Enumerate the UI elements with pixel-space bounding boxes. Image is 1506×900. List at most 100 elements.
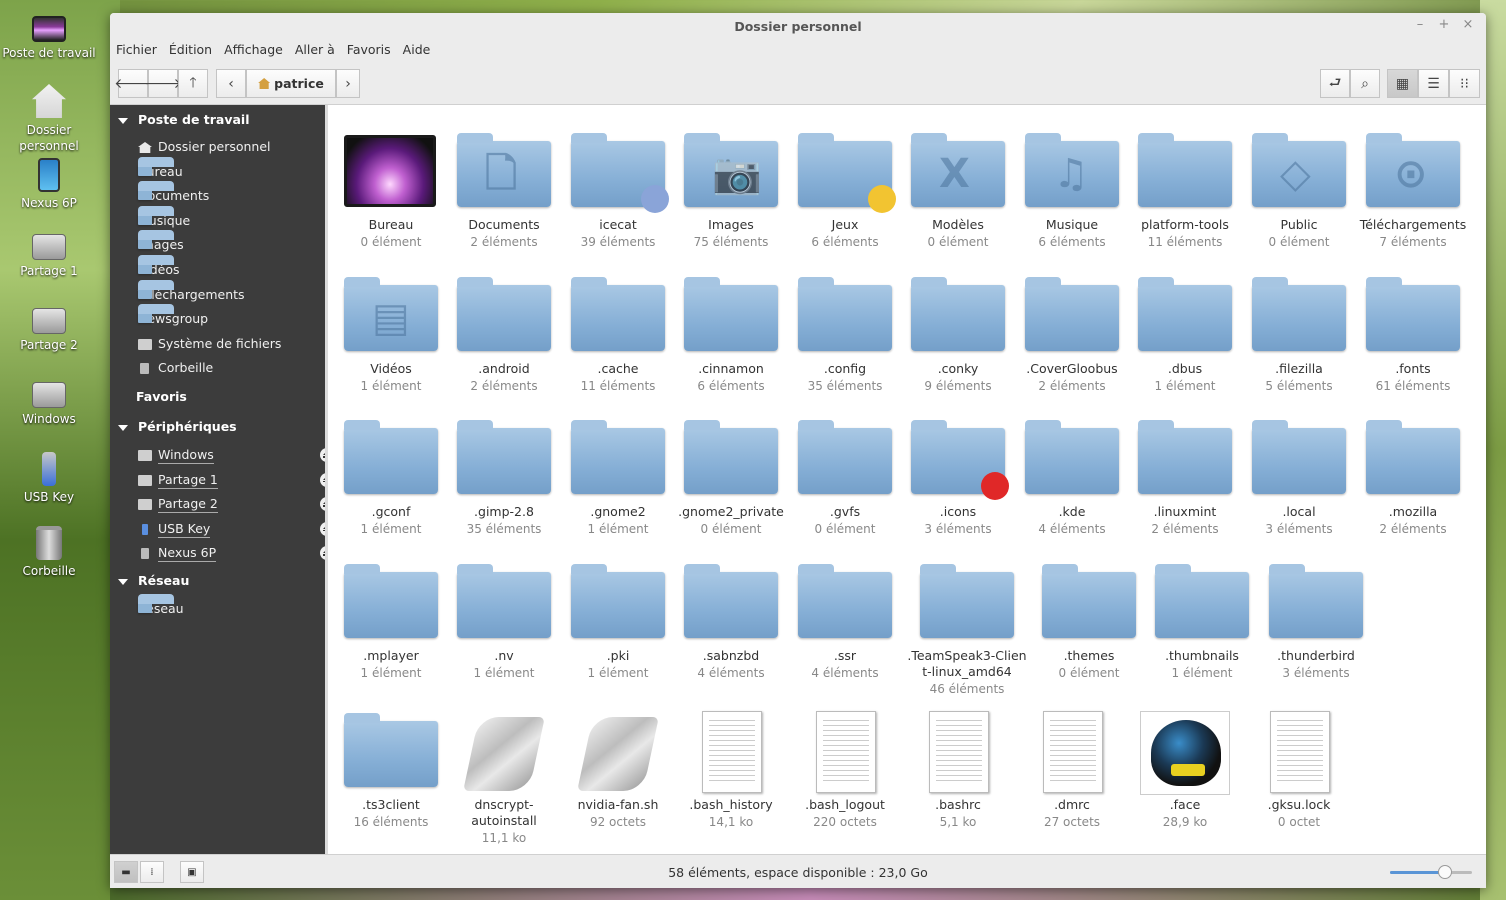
search-button[interactable]: ⌕: [1350, 69, 1380, 98]
file-item[interactable]: ♫ Musique 6 éléments: [1016, 131, 1128, 251]
sidebar-item[interactable]: USB Key: [138, 519, 334, 539]
desktop-icon-home[interactable]: Dossier personnel: [0, 84, 98, 154]
sidebar-item[interactable]: Système de fichiers: [138, 334, 318, 354]
close-button[interactable]: ×: [1458, 17, 1478, 32]
file-item[interactable]: .filezilla 5 éléments: [1243, 275, 1355, 395]
file-item[interactable]: 🗋 Documents 2 éléments: [448, 131, 560, 251]
zoom-slider[interactable]: [1390, 865, 1472, 879]
sidebar-section-devices[interactable]: Périphériques: [118, 419, 237, 434]
minimize-button[interactable]: –: [1410, 17, 1430, 32]
breadcrumb-prev-button[interactable]: ‹: [216, 69, 246, 98]
desktop-icon-computer[interactable]: Poste de travail: [0, 10, 98, 60]
file-item[interactable]: .bash_history 14,1 ko: [675, 711, 787, 831]
file-item[interactable]: .ssr 4 éléments: [789, 562, 901, 682]
maximize-button[interactable]: +: [1434, 17, 1454, 32]
sidebar-item[interactable]: Windows: [138, 445, 334, 465]
file-item[interactable]: .gksu.lock 0 octet: [1243, 711, 1355, 831]
file-item[interactable]: .themes 0 élément: [1033, 562, 1145, 682]
menu-aller[interactable]: Aller à: [295, 41, 335, 61]
sidebar-section-network[interactable]: Réseau: [118, 573, 189, 588]
file-item[interactable]: Bureau 0 élément: [335, 131, 447, 251]
file-item[interactable]: dnscrypt-autoinstall 11,1 ko: [448, 711, 560, 847]
file-item[interactable]: .nv 1 élément: [448, 562, 560, 682]
desktop-icon-partage2[interactable]: Partage 2: [0, 302, 98, 352]
file-item[interactable]: .linuxmint 2 éléments: [1129, 418, 1241, 538]
file-item[interactable]: X Modèles 0 élément: [902, 131, 1014, 251]
menu-edition[interactable]: Édition: [169, 41, 212, 61]
view-list-button[interactable]: ☰: [1418, 69, 1449, 98]
desktop-icon-trash[interactable]: Corbeille: [0, 526, 98, 578]
desktop-icon-partage1[interactable]: Partage 1: [0, 228, 98, 278]
sidebar-item[interactable]: Images: [138, 230, 318, 255]
sidebar-item[interactable]: Partage 1: [138, 470, 334, 490]
breadcrumb-home[interactable]: patrice: [246, 69, 336, 98]
file-item[interactable]: .gimp-2.8 35 éléments: [448, 418, 560, 538]
sidebar-item[interactable]: Documents: [138, 181, 318, 206]
menu-aide[interactable]: Aide: [403, 41, 431, 61]
file-item[interactable]: icecat 39 éléments: [562, 131, 674, 251]
sidebar-item[interactable]: Téléchargements: [138, 279, 318, 305]
sidebar-item[interactable]: Nexus 6P: [138, 543, 334, 563]
view-compact-button[interactable]: ⁝⁝: [1449, 69, 1480, 98]
open-terminal-button[interactable]: ⮐: [1320, 69, 1350, 98]
file-item[interactable]: .TeamSpeak3-Client-linux_amd64 46 élément…: [907, 562, 1027, 698]
titlebar[interactable]: Dossier personnel – + ×: [110, 13, 1486, 41]
sidebar-section-favorites[interactable]: Favoris: [136, 389, 187, 404]
file-item[interactable]: .face 28,9 ko: [1129, 711, 1241, 831]
file-item[interactable]: .kde 4 éléments: [1016, 418, 1128, 538]
file-item[interactable]: .dmrc 27 octets: [1016, 711, 1128, 831]
file-item[interactable]: .fonts 61 éléments: [1357, 275, 1469, 395]
file-item[interactable]: .mplayer 1 élément: [335, 562, 447, 682]
up-button[interactable]: 🡑: [178, 69, 208, 98]
file-item[interactable]: .gconf 1 élément: [335, 418, 447, 538]
sidebar-section-computer[interactable]: Poste de travail: [118, 112, 250, 127]
file-item[interactable]: ⊙ Téléchargements 7 éléments: [1357, 131, 1469, 251]
file-item[interactable]: .bash_logout 220 octets: [789, 711, 901, 831]
file-item[interactable]: .config 35 éléments: [789, 275, 901, 395]
file-item[interactable]: .mozilla 2 éléments: [1357, 418, 1469, 538]
file-item[interactable]: .cinnamon 6 éléments: [675, 275, 787, 395]
sidebar-item[interactable]: Réseau: [138, 594, 318, 619]
file-item[interactable]: .ts3client 16 éléments: [335, 711, 447, 831]
file-item[interactable]: .android 2 éléments: [448, 275, 560, 395]
file-item[interactable]: .dbus 1 élément: [1129, 275, 1241, 395]
file-item[interactable]: .local 3 éléments: [1243, 418, 1355, 538]
sidebar-item[interactable]: Dossier personnel: [138, 137, 318, 157]
file-item[interactable]: .gnome2_private 0 élément: [675, 418, 787, 538]
home-icon: [32, 84, 66, 118]
file-item[interactable]: Jeux 6 éléments: [789, 131, 901, 251]
file-item[interactable]: .sabnzbd 4 éléments: [675, 562, 787, 682]
sidebar-item[interactable]: Partage 2: [138, 494, 334, 514]
desktop-icon-usb[interactable]: USB Key: [0, 452, 98, 504]
file-item[interactable]: .CoverGloobus 2 éléments: [1016, 275, 1128, 395]
sidebar-item[interactable]: Newsgroup: [138, 304, 318, 329]
sidebar-item[interactable]: Vidéos: [138, 255, 318, 280]
file-count: 0 octet: [1277, 815, 1321, 829]
breadcrumb-next-button[interactable]: ›: [336, 69, 360, 98]
view-icons-button[interactable]: ▦: [1387, 69, 1418, 98]
file-item[interactable]: .icons 3 éléments: [902, 418, 1014, 538]
desktop-icon-windows[interactable]: Windows: [0, 376, 98, 426]
file-item[interactable]: .thunderbird 3 éléments: [1260, 562, 1372, 682]
desktop-icon-nexus[interactable]: Nexus 6P: [0, 158, 98, 210]
file-item[interactable]: .thumbnails 1 élément: [1146, 562, 1258, 682]
file-item[interactable]: ▤ Vidéos 1 élément: [335, 275, 447, 395]
menu-fichier[interactable]: Fichier: [116, 41, 157, 61]
file-item[interactable]: .gnome2 1 élément: [562, 418, 674, 538]
file-item[interactable]: .gvfs 0 élément: [789, 418, 901, 538]
forward-button[interactable]: 🡒: [144, 69, 182, 98]
file-item[interactable]: nvidia-fan.sh 92 octets: [562, 711, 674, 831]
file-item[interactable]: .conky 9 éléments: [902, 275, 1014, 395]
sidebar-item[interactable]: Corbeille: [138, 358, 318, 378]
sidebar-item[interactable]: Musique: [138, 205, 318, 231]
menu-affichage[interactable]: Affichage: [224, 41, 283, 61]
file-item[interactable]: platform-tools 11 éléments: [1129, 131, 1241, 251]
file-item[interactable]: 📷 Images 75 éléments: [675, 131, 787, 251]
menu-favoris[interactable]: Favoris: [347, 41, 391, 61]
sidebar-item[interactable]: Bureau: [138, 156, 318, 182]
file-item[interactable]: .pki 1 élément: [562, 562, 674, 682]
file-item[interactable]: .bashrc 5,1 ko: [902, 711, 1014, 831]
file-item[interactable]: .cache 11 éléments: [562, 275, 674, 395]
file-item[interactable]: ◇ Public 0 élément: [1243, 131, 1355, 251]
zoom-slider-knob[interactable]: [1437, 865, 1452, 879]
